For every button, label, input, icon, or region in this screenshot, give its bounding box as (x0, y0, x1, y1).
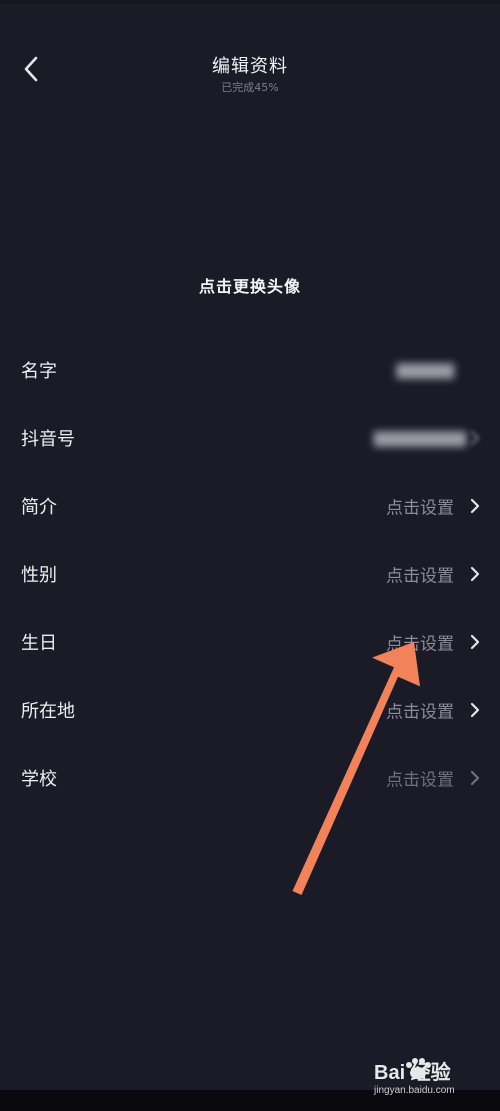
status-bar (0, 0, 500, 4)
field-row-school[interactable]: 学校 点击设置 (0, 744, 500, 812)
avatar[interactable] (0, 110, 500, 270)
field-value: 点击设置 (386, 702, 454, 723)
field-value: 点击设置 (386, 566, 454, 587)
chevron-right-icon (466, 429, 484, 447)
change-avatar-button[interactable]: 点击更换头像 (0, 273, 500, 297)
chevron-right-icon (466, 701, 484, 719)
field-row-bio[interactable]: 简介 点击设置 (0, 472, 500, 540)
name-value-blurred: ▇▇▇▇▇ (396, 361, 454, 379)
completion-status: 已完成45% (221, 81, 279, 94)
chevron-right-icon (466, 497, 484, 515)
douyin-id-value-blurred: ▇▇▇▇▇▇▇▇ (373, 429, 466, 447)
field-label: 名字 (21, 361, 57, 382)
field-label: 学校 (21, 769, 57, 790)
field-row-birthday[interactable]: 生日 点击设置 (0, 608, 500, 676)
field-value: 点击设置 (386, 770, 454, 791)
field-value: 点击设置 (386, 634, 454, 655)
field-label: 所在地 (21, 701, 75, 722)
field-row-name[interactable]: 名字 ▇▇▇▇▇ (0, 336, 500, 404)
page-title: 编辑资料 (212, 56, 288, 77)
field-label: 抖音号 (21, 429, 75, 450)
baidu-jingyan-watermark: Bai 经验 jingyan.baidu.com (373, 1058, 455, 1096)
field-value: 点击设置 (386, 498, 454, 519)
field-label: 性别 (21, 565, 57, 586)
watermark-brand: Bai 经验 (374, 1060, 451, 1084)
field-row-gender[interactable]: 性别 点击设置 (0, 540, 500, 608)
chevron-right-icon (466, 565, 484, 583)
edit-profile-screen: 编辑资料 已完成45% 点击更换头像 名字 ▇▇▇▇▇ 抖音号 ▇▇▇▇▇▇▇▇… (0, 0, 500, 1090)
field-label: 生日 (21, 633, 57, 654)
profile-fields-list: 名字 ▇▇▇▇▇ 抖音号 ▇▇▇▇▇▇▇▇ 简介 点击设置 性别 点击设置 生日 (0, 336, 500, 812)
watermark-url: jingyan.baidu.com (373, 1085, 455, 1096)
field-label: 简介 (21, 497, 57, 518)
field-row-location[interactable]: 所在地 点击设置 (0, 676, 500, 744)
chevron-right-icon (466, 769, 484, 787)
chevron-right-icon (466, 633, 484, 651)
field-row-douyin-id[interactable]: 抖音号 ▇▇▇▇▇▇▇▇ (0, 404, 500, 472)
